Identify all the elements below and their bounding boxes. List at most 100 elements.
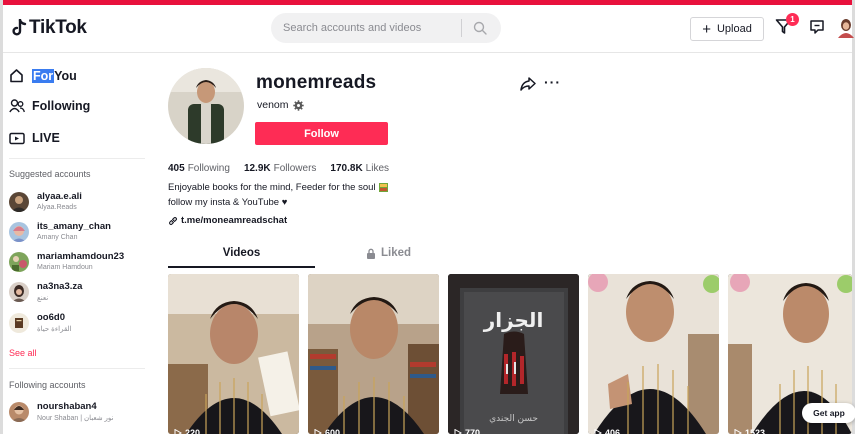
account-display-name: Amany Chan [37, 234, 78, 241]
suggested-account-na3na3[interactable]: na3na3.za نعنع [9, 280, 145, 308]
suggested-account-oo6d0[interactable]: oo6d0 القراءة حياة [9, 311, 145, 339]
home-icon [9, 68, 25, 83]
account-display-name: القراءة حياة [37, 326, 72, 333]
play-icon [454, 429, 462, 434]
video-views: 600 [314, 428, 340, 434]
sidebar-divider [9, 368, 145, 369]
get-app-button[interactable]: Get app [802, 403, 855, 423]
book-cover-title: الجزار [483, 308, 544, 332]
account-username: alyaa.e.ali [37, 191, 82, 202]
avatar [9, 192, 29, 212]
play-icon [734, 429, 742, 434]
avatar [9, 282, 29, 302]
top-header: TikTok + Upload 1 [3, 5, 855, 53]
sidebar-item-following[interactable]: Following [9, 99, 90, 113]
suggested-account-amany[interactable]: its_amany_chan Amany Chan [9, 220, 145, 248]
see-all-link[interactable]: See all [9, 348, 37, 358]
people-icon [9, 99, 25, 113]
nickname-text: venom [257, 99, 289, 111]
following-account-nourshaban[interactable]: nourshaban4 Nour Shaban | نور شعبان [9, 400, 145, 428]
link-text: t.me/moneamreadschat [181, 215, 288, 226]
avatar [9, 222, 29, 242]
gear-emoji-icon [292, 99, 304, 111]
upload-button[interactable]: + Upload [690, 17, 764, 41]
account-display-name: Nour Shaban | نور شعبان [37, 415, 114, 422]
user-avatar[interactable] [837, 18, 855, 38]
account-username: mariamhamdoun23 [37, 251, 125, 262]
view-count: 770 [465, 428, 481, 434]
suggested-account-alyaa[interactable]: alyaa.e.ali Alyaa.Reads [9, 190, 145, 218]
video-views: 1523 [734, 428, 765, 434]
following-accounts-title: Following accounts [9, 380, 86, 390]
following-label: Following [32, 99, 91, 113]
logo-text: TikTok [29, 17, 87, 38]
followers-stat-label: Followers [273, 163, 317, 174]
video-views: 220 [174, 428, 200, 434]
view-count: 600 [325, 428, 341, 434]
video-views: 770 [454, 428, 480, 434]
following-stat-label: Following [187, 163, 230, 174]
account-username: na3na3.za [37, 281, 83, 292]
search-icon[interactable] [462, 21, 498, 35]
profile-username: monemreads [256, 72, 377, 93]
profile-stats: 405 Following 12.9K Followers 170.8K Likes [168, 163, 389, 174]
account-username: oo6d0 [37, 312, 65, 323]
account-display-name: Mariam Hamdoun [37, 264, 93, 271]
following-count: 405 [168, 163, 185, 174]
video-thumbnail[interactable]: 600 [308, 274, 439, 434]
view-count: 1523 [745, 428, 766, 434]
search-input[interactable] [271, 22, 461, 34]
link-icon [169, 216, 177, 225]
more-options-icon[interactable]: ··· [544, 74, 561, 90]
live-label: LIVE [32, 131, 60, 145]
avatar [9, 402, 29, 422]
share-icon[interactable] [520, 77, 536, 96]
video-thumbnail[interactable]: 406 [588, 274, 719, 434]
for-you-label: You [54, 68, 77, 83]
liked-label: Liked [380, 247, 412, 259]
play-icon [174, 429, 182, 434]
account-display-name: Alyaa.Reads [37, 204, 77, 211]
notification-badge: 1 [786, 13, 799, 26]
tab-liked[interactable]: Liked [315, 247, 462, 259]
profile-nickname: venom [257, 99, 304, 111]
tiktok-note-icon [12, 19, 27, 36]
view-count: 406 [605, 428, 621, 434]
search-bar[interactable] [271, 13, 501, 43]
for-you-highlight: For [32, 68, 55, 83]
profile-link[interactable]: t.me/moneamreadschat [168, 215, 287, 226]
play-icon [594, 429, 602, 434]
stat-likes: 170.8K Likes [330, 163, 389, 174]
sidebar-divider [9, 158, 145, 159]
messages-icon[interactable] [809, 19, 825, 40]
follow-button[interactable]: Follow [255, 122, 388, 145]
view-count: 220 [185, 428, 201, 434]
video-thumbnail[interactable]: 220 [168, 274, 299, 434]
avatar [9, 313, 29, 333]
video-views: 406 [594, 428, 620, 434]
profile-avatar[interactable] [168, 68, 244, 144]
plus-icon: + [702, 20, 711, 38]
account-username: its_amany_chan [37, 221, 111, 232]
stat-followers[interactable]: 12.9K Followers [244, 163, 316, 174]
sidebar-item-live[interactable]: LIVE [9, 131, 60, 145]
sidebar: For You Following LIVE Suggested account… [3, 54, 145, 434]
suggested-account-mariam[interactable]: mariamhamdoun23 Mariam Hamdoun [9, 250, 145, 278]
active-tab-indicator [168, 266, 315, 268]
tiktok-logo[interactable]: TikTok [11, 17, 87, 39]
bio-text: Enjoyable books for the mind, Feeder for… [168, 182, 376, 193]
followers-count: 12.9K [243, 163, 271, 174]
likes-stat-label: Likes [365, 163, 390, 174]
sidebar-item-for-you[interactable]: For You [9, 68, 77, 83]
tab-videos[interactable]: Videos [168, 247, 315, 259]
stat-following[interactable]: 405 Following [168, 163, 230, 174]
book-cover-author: حسن الجندي [489, 414, 538, 424]
live-icon [9, 132, 25, 145]
likes-count: 170.8K [330, 163, 363, 174]
lock-icon [366, 248, 375, 259]
play-icon [314, 429, 322, 434]
avatar [9, 252, 29, 272]
book-emoji-icon [378, 183, 388, 192]
video-thumbnail[interactable]: الجزار حسن الجندي 770 [448, 274, 579, 434]
suggested-accounts-title: Suggested accounts [9, 169, 91, 179]
